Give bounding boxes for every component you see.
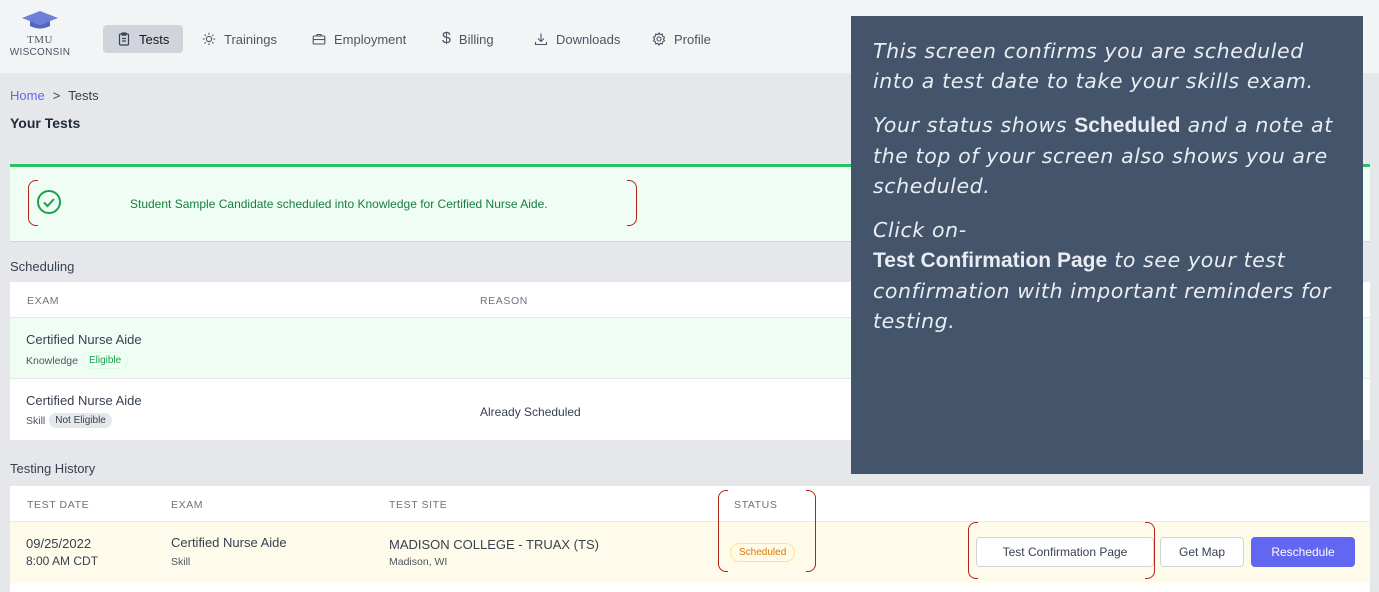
nav-profile[interactable]: Profile [638, 25, 725, 53]
callout-emphasis: Test Confirmation Page [873, 249, 1108, 272]
annotation-bracket-right [1145, 522, 1155, 579]
test-site: MADISON COLLEGE - TRUAX (TS) [389, 537, 599, 552]
column-header-test-site: TEST SITE [389, 499, 448, 511]
breadcrumb-current: Tests [68, 88, 99, 103]
nav-employment[interactable]: Employment [298, 25, 420, 53]
scheduling-label: Scheduling [10, 259, 75, 274]
lightbulb-icon [202, 32, 216, 46]
reschedule-button[interactable]: Reschedule [1251, 537, 1355, 567]
breadcrumb-home-link[interactable]: Home [10, 88, 45, 103]
test-date: 09/25/2022 [26, 536, 92, 551]
brand-state: WISCONSIN [9, 47, 71, 58]
download-icon [534, 33, 548, 46]
exam-name: Certified Nurse Aide [26, 393, 142, 408]
nav-billing[interactable]: $ Billing [428, 25, 508, 53]
callout-text: Click on- [873, 218, 967, 242]
status-badge: Eligible [81, 352, 129, 369]
alert-message: Student Sample Candidate scheduled into … [130, 197, 548, 211]
callout-text: Your status shows [873, 113, 1075, 137]
callout-paragraph-1: This screen confirms you are scheduled i… [873, 39, 1314, 93]
exam-type-label: Knowledge [26, 354, 78, 367]
exam-name: Certified Nurse Aide [26, 332, 142, 347]
nav-employment-label: Employment [334, 31, 407, 47]
nav-profile-label: Profile [674, 31, 711, 47]
column-header-exam: EXAM [171, 499, 204, 511]
test-time: 8:00 AM CDT [26, 554, 99, 568]
briefcase-icon [312, 33, 326, 45]
exam-type-label: Skill [26, 414, 46, 427]
page-title: Your Tests [10, 115, 81, 131]
annotation-bracket-right [627, 180, 637, 226]
nav-billing-label: Billing [458, 31, 494, 47]
column-header-exam: EXAM [27, 295, 60, 307]
column-header-status: STATUS [734, 499, 778, 511]
breadcrumb: Home > Tests [10, 88, 99, 103]
callout-emphasis: Scheduled [1074, 114, 1181, 137]
nav-trainings-label: Trainings [224, 31, 277, 47]
column-header-reason: REASON [480, 295, 528, 307]
testing-history-label: Testing History [10, 461, 96, 476]
graduation-cap-icon [22, 11, 58, 29]
callout-paragraph-2: Your status shows Scheduled and a note a… [873, 110, 1341, 201]
nav-trainings[interactable]: Trainings [188, 25, 291, 53]
nav-tests-label: Tests [139, 31, 170, 47]
testing-history-table: TEST DATE EXAM TEST SITE STATUS 09/25/20… [10, 486, 1370, 592]
status-cell: Scheduled [730, 543, 796, 562]
exam-type: Skill [171, 556, 191, 568]
brand-logo[interactable]: TMU WISCONSIN [8, 8, 72, 68]
instruction-callout: This screen confirms you are scheduled i… [851, 16, 1363, 474]
annotation-bracket-right [806, 490, 816, 572]
status-badge: Scheduled [730, 543, 796, 562]
nav-tests[interactable]: Tests [103, 25, 184, 53]
column-header-test-date: TEST DATE [27, 499, 90, 511]
callout-paragraph-3: Click on- Test Confirmation Page to see y… [873, 215, 1341, 336]
check-circle-icon [37, 190, 61, 214]
test-site-city: Madison, WI [389, 556, 448, 568]
clipboard-icon [118, 32, 130, 46]
nav-downloads[interactable]: Downloads [520, 25, 634, 53]
exam-type: Knowledge Eligible [26, 352, 129, 369]
dollar-icon: $ [442, 30, 451, 47]
exam-name: Certified Nurse Aide [171, 535, 287, 550]
annotation-bracket-left [718, 490, 728, 572]
brand-name: TMU [27, 34, 53, 46]
reason-text: Already Scheduled [480, 405, 581, 419]
table-row[interactable]: 09/25/2022 8:00 AM CDT Certified Nurse A… [10, 521, 1370, 583]
nav-downloads-label: Downloads [556, 31, 621, 47]
breadcrumb-separator: > [52, 88, 61, 103]
status-badge: Not Eligible [49, 413, 112, 428]
get-map-button[interactable]: Get Map [1160, 537, 1244, 567]
test-confirmation-page-button[interactable]: Test Confirmation Page [976, 537, 1154, 567]
exam-type: Skill Not Eligible [26, 413, 112, 428]
annotation-bracket-left [28, 180, 38, 226]
gear-icon [652, 32, 666, 46]
annotation-bracket-left [968, 522, 978, 579]
